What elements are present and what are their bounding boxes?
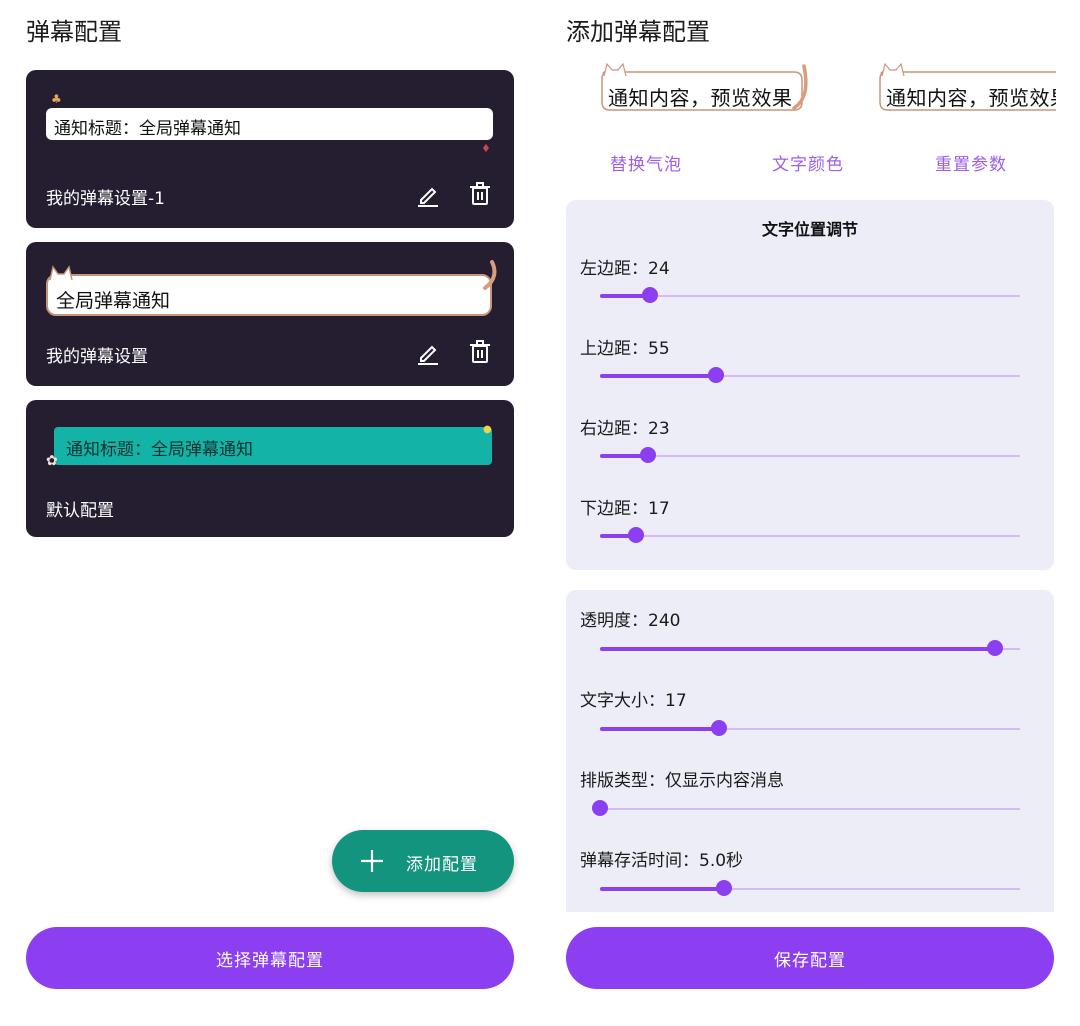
layout-type-slider[interactable]: [592, 800, 1020, 816]
top-margin-slider[interactable]: [600, 367, 1020, 383]
edit-icon[interactable]: [414, 180, 442, 208]
slider-thumb[interactable]: [640, 447, 657, 463]
preview-text: 通知内容，预览效果: [608, 86, 793, 110]
duration-slider[interactable]: [600, 880, 1020, 896]
opacity-label: 透明度：240: [580, 611, 681, 631]
cat-tail-icon: [483, 260, 497, 290]
bottom-margin-label: 下边距：17: [580, 499, 670, 519]
font-size-slider[interactable]: [600, 720, 1020, 736]
slider-fill: [600, 727, 719, 731]
slider-thumb[interactable]: [642, 287, 659, 303]
lantern-icon: ♣: [51, 92, 62, 106]
position-panel-title: 文字位置调节: [761, 220, 858, 239]
delete-icon[interactable]: [466, 338, 494, 366]
config-card-1[interactable]: ♣ 通知标题：全局弹幕通知 ♦ 我的弹幕设置-1: [26, 70, 514, 228]
layout-type-label: 排版类型：仅显示内容消息: [580, 771, 784, 791]
edit-icon[interactable]: [414, 338, 442, 366]
right-panel-title: 添加弹幕配置: [566, 18, 710, 46]
cat-ears-icon: [49, 265, 73, 281]
slider-thumb[interactable]: [715, 880, 732, 896]
right-margin-slider[interactable]: [600, 447, 1020, 463]
teal-bubble: 通知标题：全局弹幕通知: [54, 427, 492, 465]
config-name: 我的弹幕设置: [46, 347, 148, 367]
left-margin-slider[interactable]: [600, 287, 1020, 303]
reset-params-button[interactable]: 重置参数: [935, 150, 1007, 175]
bubble-preview: 通知内容，预览效果: [598, 62, 808, 112]
fab-label: 添加配置: [406, 855, 478, 875]
style-settings-panel: 透明度：240 文字大小：17 排版类型：仅显示内容消息 弹幕存活时间：5.0秒: [566, 590, 1054, 912]
slider-fill: [600, 647, 996, 651]
config-card-default[interactable]: 通知标题：全局弹幕通知 ✿ ● 默认配置: [26, 400, 514, 537]
bottom-margin-slider[interactable]: [600, 527, 1020, 543]
config-name: 默认配置: [46, 501, 114, 521]
slider-fill: [600, 887, 724, 891]
text-position-panel: 文字位置调节 左边距：24 上边距：55 右边距：23 下边距：17: [566, 200, 1054, 570]
preview-text: 通知内容，预览效果: [886, 86, 1056, 110]
config-card-2[interactable]: 全局弹幕通知 我的弹幕设置: [26, 242, 514, 386]
save-config-button[interactable]: 保存配置: [566, 927, 1054, 989]
plus-icon: [361, 850, 383, 872]
cat-bubble: 全局弹幕通知: [46, 274, 492, 316]
notification-bubble: 通知标题：全局弹幕通知: [46, 108, 493, 140]
slider-thumb[interactable]: [711, 720, 727, 736]
star-icon: ●: [483, 424, 492, 435]
config-name: 我的弹幕设置-1: [46, 189, 165, 209]
bubble-preview-2-clip: 通知内容，预览效果: [866, 60, 1056, 120]
delete-icon[interactable]: [466, 180, 494, 208]
duration-label: 弹幕存活时间：5.0秒: [580, 851, 744, 871]
left-margin-label: 左边距：24: [580, 259, 670, 279]
bubble-preview: 通知内容，预览效果: [876, 62, 1056, 112]
slider-fill: [600, 374, 716, 378]
bubble-text: 通知标题：全局弹幕通知: [66, 440, 253, 460]
select-config-button[interactable]: 选择弹幕配置: [26, 927, 514, 989]
slider-thumb[interactable]: [627, 527, 644, 543]
font-size-label: 文字大小：17: [580, 691, 687, 711]
slider-thumb[interactable]: [707, 367, 724, 383]
slider-thumb[interactable]: [987, 640, 1004, 656]
bubble-text: 全局弹幕通知: [56, 290, 171, 312]
right-margin-label: 右边距：23: [580, 419, 670, 439]
lantern-icon: ♦: [481, 142, 491, 155]
bubble-text: 通知标题：全局弹幕通知: [54, 119, 241, 139]
left-panel-title: 弹幕配置: [26, 18, 122, 46]
replace-bubble-button[interactable]: 替换气泡: [610, 150, 682, 175]
add-config-fab[interactable]: 添加配置: [332, 830, 514, 892]
slider-thumb[interactable]: [592, 800, 608, 816]
top-margin-label: 上边距：55: [580, 339, 670, 359]
text-color-button[interactable]: 文字颜色: [772, 150, 844, 175]
flower-icon: ✿: [46, 453, 58, 469]
opacity-slider[interactable]: [600, 640, 1020, 656]
